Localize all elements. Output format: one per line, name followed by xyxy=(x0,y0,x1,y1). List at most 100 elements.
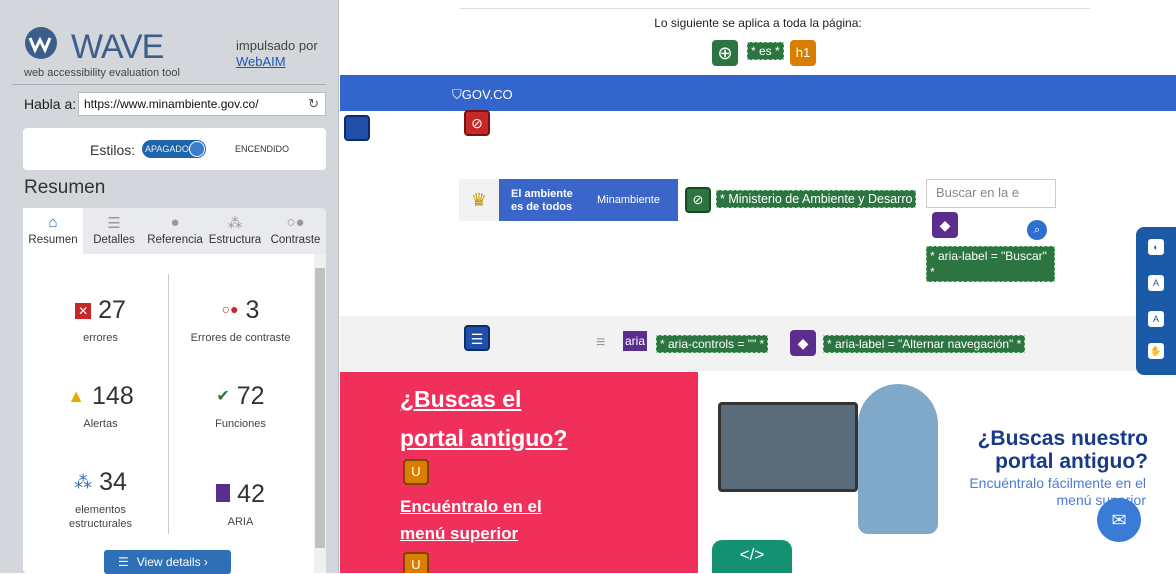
contrast-stat: ○● 3 Errores de contraste xyxy=(173,296,308,345)
sign-language-icon[interactable]: ✋ xyxy=(1148,343,1164,359)
contrast-count: 3 xyxy=(245,296,260,324)
aria-label-icon[interactable]: ◆ xyxy=(932,212,958,238)
logo-brand: Minambiente xyxy=(597,194,660,206)
hero-link-4[interactable]: menú superior xyxy=(400,524,518,544)
structure-icon: ⁂ xyxy=(227,215,243,232)
tab-label: Referencia xyxy=(147,234,203,246)
alerts-count: 148 xyxy=(92,382,134,410)
wave-logo-icon xyxy=(25,27,57,59)
tab-estructura[interactable]: ⁂ Estructura xyxy=(205,208,265,254)
code-icon: </> xyxy=(739,545,765,564)
view-details-button[interactable]: ☰ View details › xyxy=(104,550,231,574)
aria-label: ARIA xyxy=(227,516,254,528)
hero-left: ¿Buscas el portal antiguo? U Encuéntralo… xyxy=(340,372,698,573)
alerts-stat: ▲ 148 Alertas xyxy=(43,382,158,431)
contrast-icon: ○● xyxy=(286,214,305,231)
error-icon: ✕ xyxy=(75,303,92,319)
aria-label-icon[interactable]: ◆ xyxy=(790,330,816,356)
tab-contraste[interactable]: ○● Contraste xyxy=(265,208,326,254)
url-input[interactable]: https://www.minambiente.gov.co/ ↻ xyxy=(78,92,326,116)
view-details-label: View details › xyxy=(136,555,208,569)
url-label: Habla a: xyxy=(24,96,77,112)
url-value: https://www.minambiente.gov.co/ xyxy=(84,97,259,111)
structure-label: elementos estructurales xyxy=(69,504,132,530)
globe-icon[interactable]: ⊕ xyxy=(712,40,738,66)
reload-icon[interactable]: ↻ xyxy=(308,96,319,112)
banner-title: ¿Buscas nuestro portal antiguo? xyxy=(977,427,1148,473)
logo-line1: El ambiente xyxy=(511,188,573,200)
wave-title: WAVE xyxy=(71,28,164,66)
aria-controls-tag[interactable]: * aria-controls = "" * xyxy=(656,335,769,353)
errors-count: 27 xyxy=(98,296,126,324)
list-icon: ☰ xyxy=(118,555,129,569)
divider xyxy=(460,8,1090,9)
structure-stat: ⁂ 34 elementos estructurales xyxy=(43,468,158,531)
search-input[interactable]: Buscar en la e xyxy=(926,179,1056,208)
hero-link-1[interactable]: ¿Buscas el xyxy=(400,386,521,413)
tab-resumen[interactable]: ⌂ Resumen xyxy=(23,208,83,254)
structure-element-icon: ⁂ xyxy=(74,472,93,492)
lang-tag[interactable]: * es * xyxy=(747,42,784,60)
tab-label: Detalles xyxy=(93,234,135,246)
site-logo[interactable]: ♛ El ambiente es de todos Minambiente xyxy=(459,179,678,221)
errors-label: errores xyxy=(83,332,118,344)
hero-link-3[interactable]: Encuéntralo en el xyxy=(400,497,542,517)
toggle-knob[interactable] xyxy=(189,141,205,157)
logo-line2: es de todos xyxy=(511,201,573,213)
divider xyxy=(12,84,326,85)
aria-stat: 42 ARIA xyxy=(173,480,308,529)
code-button[interactable]: </> xyxy=(712,540,792,573)
linked-image-icon[interactable]: ⊘ xyxy=(685,187,711,213)
powered-by-label: impulsado por xyxy=(236,38,318,53)
list-icon: ☰ xyxy=(107,215,121,232)
panel-scrollbar[interactable] xyxy=(314,254,326,573)
styles-toggle-panel: Estilos: APAGADO ENCENDIDO xyxy=(23,128,326,170)
h1-alert-icon[interactable]: h1 xyxy=(790,40,816,66)
alert-icon: ▲ xyxy=(67,386,86,406)
styles-on-label: ENCENDIDO xyxy=(235,144,290,154)
mail-icon[interactable]: ✉ xyxy=(1097,498,1141,542)
font-increase-icon[interactable]: A xyxy=(1148,275,1164,291)
contrast-tool-icon[interactable]: ◐ xyxy=(1148,239,1164,255)
errors-stat: ✕ 27 errores xyxy=(43,296,158,345)
structure-count: 34 xyxy=(99,468,127,496)
tab-referencia[interactable]: ● Referencia xyxy=(145,208,205,254)
hero-link-2[interactable]: portal antiguo? xyxy=(400,425,567,452)
info-icon: ● xyxy=(170,214,180,231)
underline-alert-icon[interactable]: U xyxy=(403,552,429,573)
alerts-label: Alertas xyxy=(83,418,118,430)
tab-detalles[interactable]: ☰ Detalles xyxy=(83,208,145,254)
contrast-label: Errores de contraste xyxy=(190,332,291,344)
panel-tabs: ⌂ Resumen ☰ Detalles ● Referencia ⁂ Estr… xyxy=(23,208,326,254)
styles-toggle[interactable]: APAGADO xyxy=(142,140,206,158)
aria-icon xyxy=(216,484,231,502)
tab-label: Estructura xyxy=(208,234,262,246)
aria-tag-icon[interactable]: aria xyxy=(623,331,648,351)
link-error-icon[interactable]: ⊘ xyxy=(464,110,490,136)
features-stat: ✔ 72 Funciones xyxy=(173,382,308,431)
nav-region-icon[interactable]: ☰ xyxy=(464,325,490,351)
hamburger-icon[interactable]: ≡ xyxy=(596,334,605,352)
styles-label: Estilos: xyxy=(90,142,136,158)
webaim-link[interactable]: WebAIM xyxy=(236,54,286,69)
font-decrease-icon[interactable]: A xyxy=(1148,311,1164,327)
colombia-crest-icon: ♛ xyxy=(459,179,499,221)
laptop-image xyxy=(718,402,858,492)
divider xyxy=(168,274,169,534)
accessibility-toolbar: ◐ A A ✋ xyxy=(1136,227,1176,375)
styles-off-label: APAGADO xyxy=(145,144,189,154)
underline-alert-icon[interactable]: U xyxy=(403,459,429,485)
h1-icon-text: h1 xyxy=(795,45,811,60)
page-preview: Lo siguiente se aplica a toda la página:… xyxy=(340,0,1176,573)
ministry-alt-tag[interactable]: * Ministerio de Ambiente y Desarro xyxy=(716,190,917,208)
wave-subtitle: web accessibility evaluation tool xyxy=(24,67,180,79)
wave-sidebar: WAVE web accessibility evaluation tool i… xyxy=(0,0,339,574)
header-region-icon[interactable] xyxy=(344,115,370,141)
gov-text: GOV.CO xyxy=(461,87,513,102)
features-count: 72 xyxy=(236,382,265,410)
scrollbar-thumb[interactable] xyxy=(315,268,325,548)
aria-nav-tag[interactable]: * aria-label = "Alternar navegación" * xyxy=(823,335,1026,353)
gov-logo[interactable]: ⛉GOV.CO xyxy=(452,87,513,103)
aria-label-search-tag[interactable]: * aria-label = "Buscar" * xyxy=(926,246,1055,282)
search-icon[interactable]: ⌕ xyxy=(1027,220,1047,240)
